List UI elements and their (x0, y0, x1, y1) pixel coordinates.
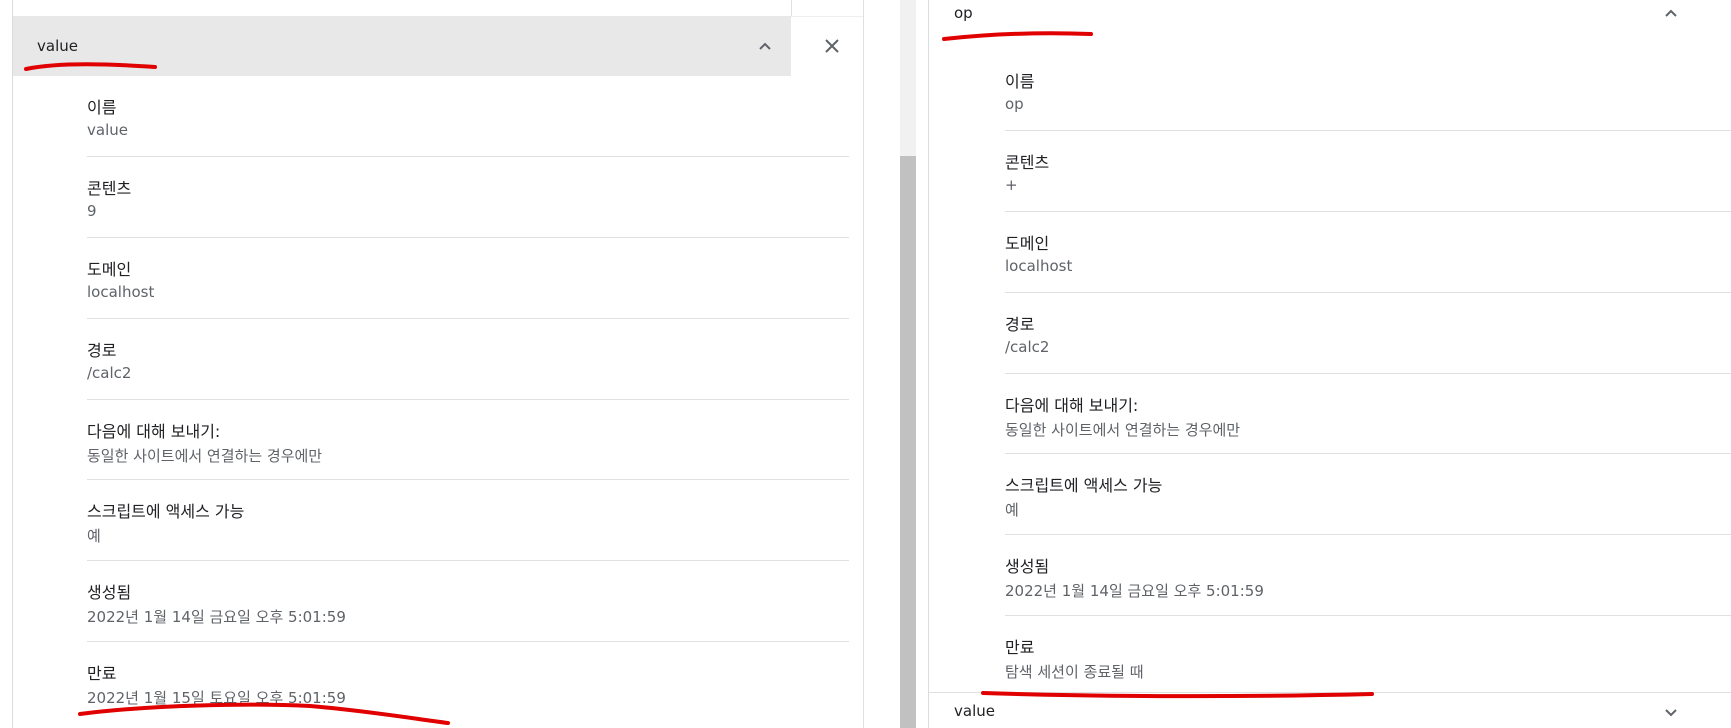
field-value: + (1005, 175, 1018, 194)
field-label: 다음에 대해 보내기: (1005, 395, 1139, 415)
field-send-for: 다음에 대해 보내기: 동일한 사이트에서 연결하는 경우에만 (87, 400, 849, 481)
field-label: 생성됨 (87, 583, 132, 603)
field-value: 예 (1005, 501, 1019, 520)
field-label: 만료 (87, 664, 117, 684)
previous-item-strip (13, 0, 863, 17)
gutter (863, 0, 928, 728)
field-value: value (87, 121, 128, 139)
field-expires: 만료 탐색 세션이 종료될 때 (1005, 616, 1731, 697)
field-value: 2022년 1월 14일 금요일 오후 5:01:59 (87, 608, 346, 627)
field-value: /calc2 (1005, 337, 1050, 356)
field-created: 생성됨 2022년 1월 14일 금요일 오후 5:01:59 (1005, 535, 1731, 617)
field-label: 스크립트에 액세스 가능 (87, 502, 245, 522)
field-label: 이름 (1005, 72, 1035, 91)
field-domain: 도메인 localhost (1005, 212, 1731, 293)
close-icon (823, 37, 841, 55)
field-value: 탐색 세션이 종료될 때 (1005, 663, 1144, 682)
left-cookie-panel: value 이름 value 콘텐츠 9 도메인 localhost 경로 /c… (12, 0, 864, 728)
field-expires: 만료 2022년 1월 15일 토요일 오후 5:01:59 (87, 642, 849, 723)
field-content: 콘텐츠 9 (87, 157, 849, 238)
field-name: 이름 op (1005, 50, 1731, 131)
field-value: 2022년 1월 15일 토요일 오후 5:01:59 (87, 689, 346, 708)
cookie-header-value[interactable]: value (13, 16, 791, 76)
field-label: 경로 (1005, 314, 1035, 334)
field-label: 다음에 대해 보내기: (87, 421, 221, 441)
field-label: 생성됨 (1005, 557, 1050, 577)
field-value: localhost (1005, 256, 1073, 275)
field-send-for: 다음에 대해 보내기: 동일한 사이트에서 연결하는 경우에만 (1005, 374, 1731, 455)
field-label: 이름 (87, 98, 117, 117)
cookie-header-op[interactable]: op (929, 0, 1731, 26)
field-label: 도메인 (1005, 233, 1050, 253)
field-path: 경로 /calc2 (1005, 293, 1731, 374)
field-value: 예 (87, 527, 101, 546)
field-label: 경로 (87, 340, 117, 360)
field-label: 만료 (1005, 638, 1035, 658)
field-value: /calc2 (87, 363, 132, 382)
cookie-name: value (954, 702, 995, 720)
field-created: 생성됨 2022년 1월 14일 금요일 오후 5:01:59 (87, 561, 849, 643)
close-button[interactable] (816, 30, 848, 62)
field-value: 동일한 사이트에서 연결하는 경우에만 (87, 446, 323, 465)
field-label: 콘텐츠 (87, 178, 132, 198)
cookie-name: value (37, 37, 78, 55)
field-script-access: 스크립트에 액세스 가능 예 (87, 480, 849, 562)
field-value: localhost (87, 282, 155, 301)
field-value: op (1005, 95, 1024, 113)
scrollbar-thumb[interactable] (900, 156, 916, 728)
field-value: 동일한 사이트에서 연결하는 경우에만 (1005, 420, 1241, 439)
field-path: 경로 /calc2 (87, 319, 849, 400)
cookie-header-value[interactable]: value (929, 692, 1731, 728)
field-script-access: 스크립트에 액세스 가능 예 (1005, 454, 1731, 536)
field-label: 스크립트에 액세스 가능 (1005, 476, 1163, 496)
field-label: 콘텐츠 (1005, 152, 1050, 172)
field-domain: 도메인 localhost (87, 238, 849, 319)
chevron-up-icon[interactable] (1659, 1, 1683, 25)
cookie-details: 이름 value 콘텐츠 9 도메인 localhost 경로 /calc2 다… (87, 76, 849, 723)
chevron-up-icon[interactable] (753, 34, 777, 58)
field-value: 2022년 1월 14일 금요일 오후 5:01:59 (1005, 582, 1264, 601)
chevron-down-icon[interactable] (1659, 701, 1683, 725)
field-content: 콘텐츠 + (1005, 131, 1731, 212)
field-value: 9 (87, 201, 97, 220)
divider (791, 0, 792, 16)
right-cookie-panel: op 이름 op 콘텐츠 + 도메인 localhost 경로 /calc2 다… (928, 0, 1731, 728)
field-name: 이름 value (87, 76, 849, 157)
cookie-name: op (954, 4, 973, 22)
cookie-details: 이름 op 콘텐츠 + 도메인 localhost 경로 /calc2 다음에 … (1005, 50, 1731, 697)
field-label: 도메인 (87, 259, 132, 279)
